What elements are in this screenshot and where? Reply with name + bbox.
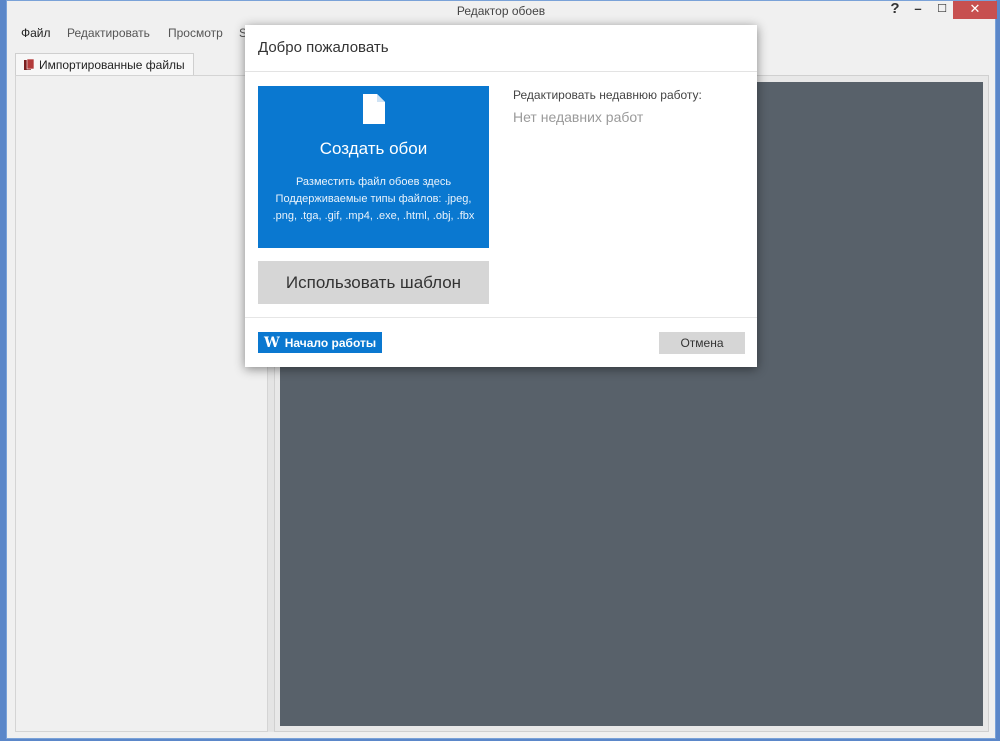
- create-title: Создать обои: [319, 139, 428, 158]
- tab-imported-files[interactable]: Импортированные файлы: [15, 53, 194, 75]
- maximize-button[interactable]: ☐: [931, 1, 953, 19]
- use-template-button[interactable]: Использовать шаблон: [258, 261, 489, 304]
- supported-types: Поддерживаемые типы файлов: .jpeg, .png,…: [272, 193, 475, 222]
- menu-edit[interactable]: Редактировать: [67, 26, 150, 40]
- w-logo-icon: W: [264, 334, 280, 351]
- cancel-button[interactable]: Отмена: [659, 332, 745, 354]
- dialog-footer: W Начало работы Отмена: [245, 317, 757, 367]
- getting-started-label: Начало работы: [284, 335, 377, 350]
- create-description: Разместить файл обоев здесь Поддерживаем…: [264, 174, 483, 225]
- dialog-title: Добро пожаловать: [258, 39, 389, 56]
- help-button[interactable]: ?: [887, 1, 903, 19]
- recent-work-label: Редактировать недавнюю работу:: [513, 88, 702, 102]
- no-recent-work: Нет недавних работ: [513, 109, 644, 125]
- create-wallpaper-button[interactable]: Создать обои Разместить файл обоев здесь…: [258, 86, 489, 248]
- create-drop-hint: Разместить файл обоев здесь: [295, 176, 452, 188]
- file-icon: [362, 93, 386, 125]
- minimize-button[interactable]: –: [907, 1, 929, 19]
- tab-strip: Импортированные файлы: [15, 53, 194, 75]
- title-bar: Редактор обоев ? – ☐ ✕: [7, 1, 997, 23]
- imported-files-panel: [15, 75, 268, 732]
- dialog-header: Добро пожаловать: [245, 25, 757, 72]
- menu-view[interactable]: Просмотр: [168, 26, 223, 40]
- tab-label: Импортированные файлы: [39, 57, 185, 72]
- close-button[interactable]: ✕: [953, 1, 997, 19]
- getting-started-button[interactable]: W Начало работы: [258, 332, 383, 353]
- window-title: Редактор обоев: [456, 4, 546, 18]
- welcome-dialog: Добро пожаловать Создать обои Разместить…: [245, 25, 757, 367]
- menu-file[interactable]: Файл: [21, 26, 51, 40]
- files-icon: [24, 58, 35, 71]
